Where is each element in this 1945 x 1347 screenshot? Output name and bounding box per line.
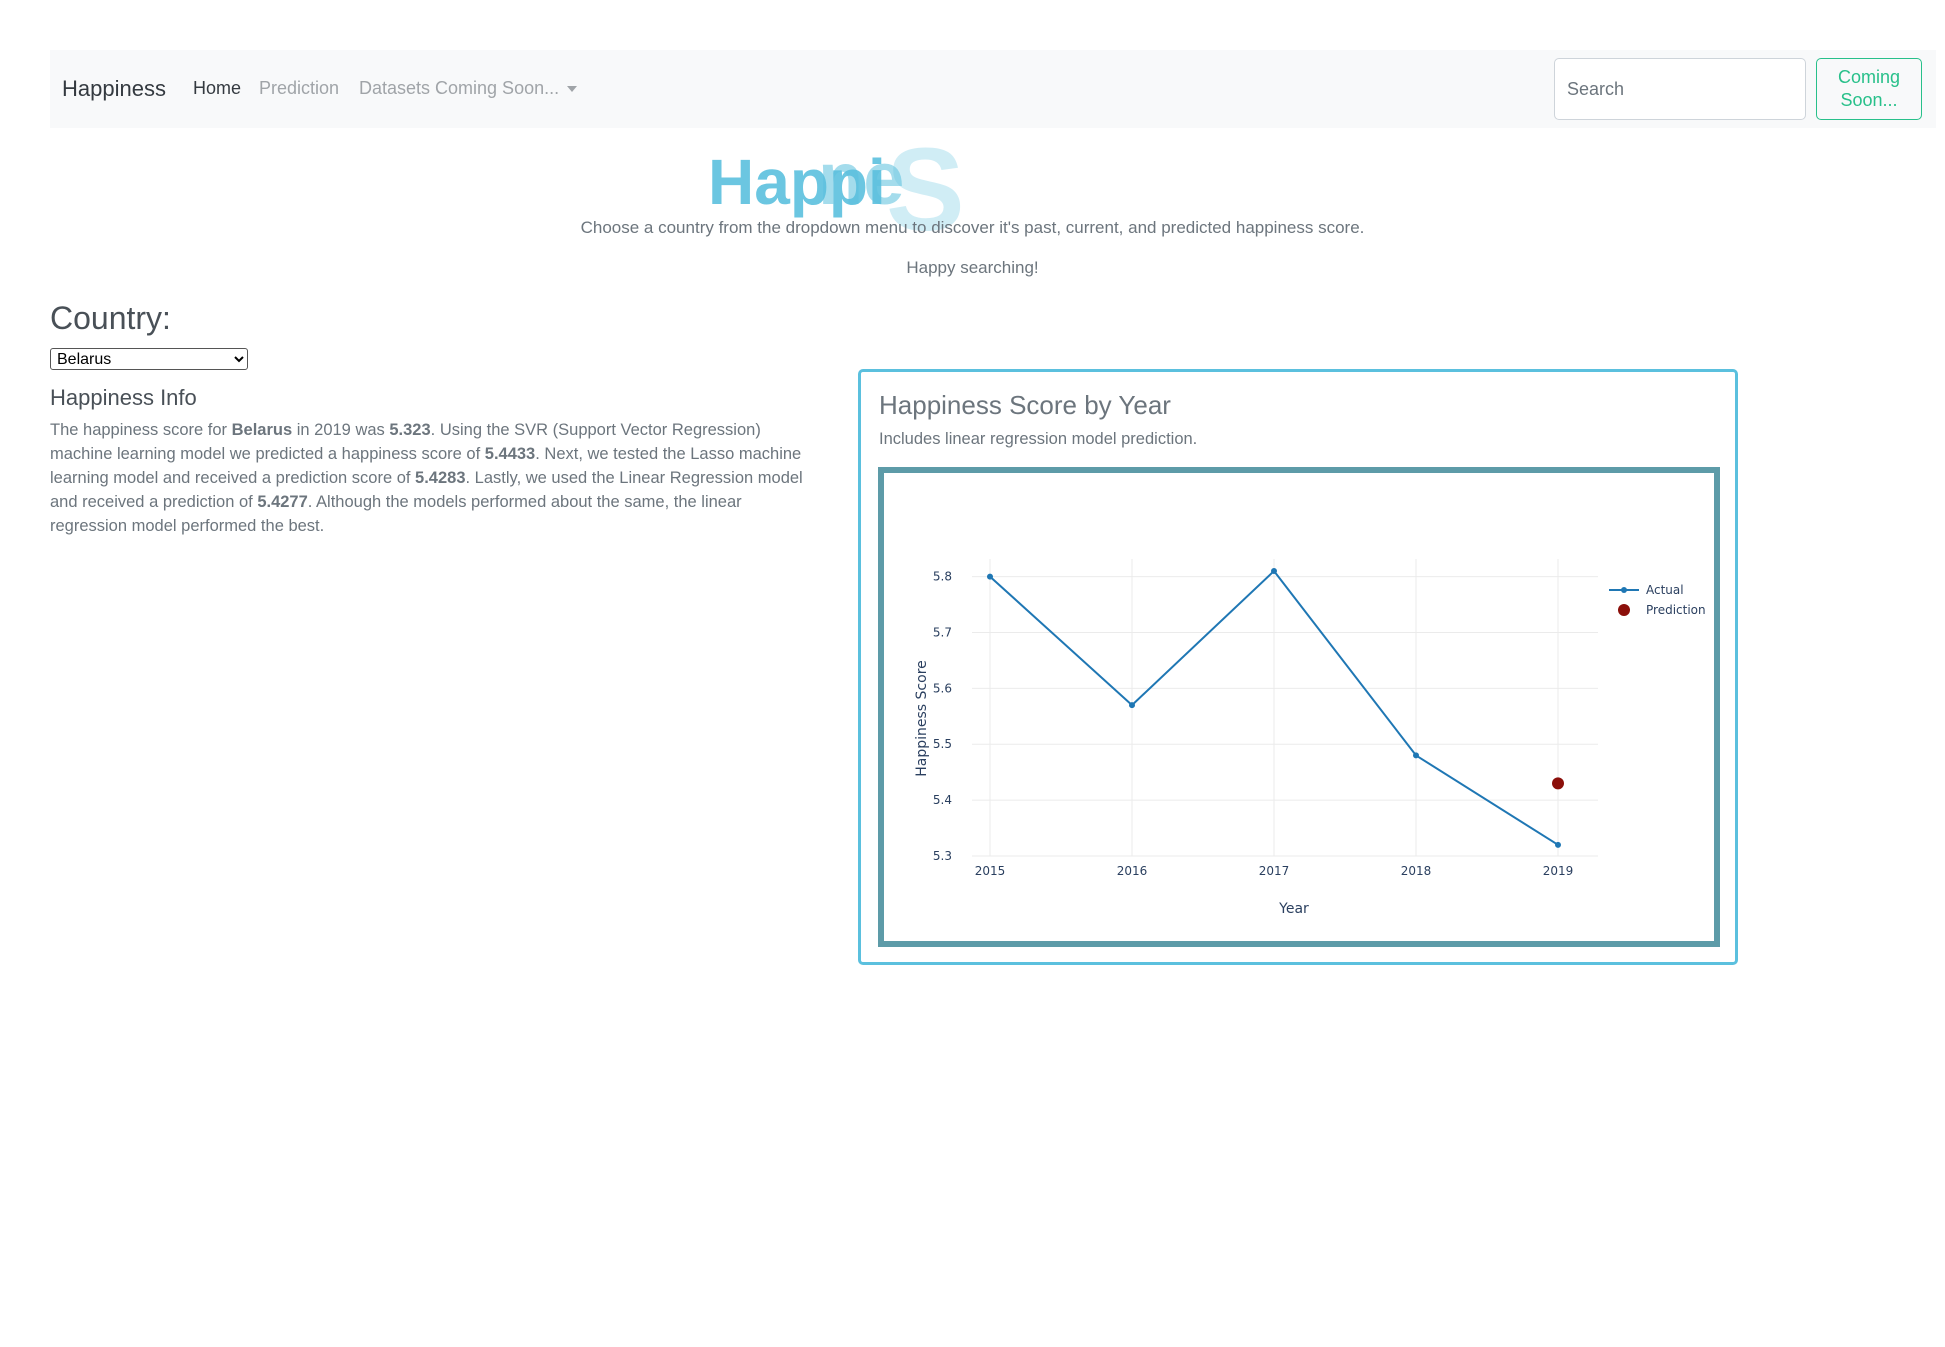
intro-text: Choose a country from the dropdown menu … <box>580 218 1365 237</box>
country-label: Country: <box>50 300 171 336</box>
caret-down-icon <box>567 86 578 93</box>
nav-dropdown-label: Datasets Coming Soon... <box>359 78 560 98</box>
legend-marker-actual <box>1621 587 1627 593</box>
data-point-actual <box>1555 841 1561 848</box>
chart-card-subtitle: Includes linear regression model predict… <box>879 430 1198 448</box>
happiness-info-text: The happiness score for Belarus in 2019 … <box>50 418 820 538</box>
search-input[interactable] <box>1554 58 1806 120</box>
info-lasso-score: 5.4283 <box>415 469 466 487</box>
y-tick-label: 5.6 <box>933 681 952 695</box>
navbar: Happiness Home Prediction Datasets Comin… <box>50 50 1936 128</box>
data-point-actual <box>1271 568 1277 574</box>
happiness-info-title: Happiness Info <box>50 385 197 410</box>
y-tick-label: 5.5 <box>933 737 952 751</box>
x-tick-label: 2015 <box>975 864 1006 878</box>
data-point-actual <box>987 573 993 580</box>
data-point-prediction <box>1552 777 1564 790</box>
y-tick-label: 5.4 <box>933 793 952 807</box>
y-tick-label: 5.7 <box>933 625 952 639</box>
nav-link-home[interactable]: Home <box>193 78 241 99</box>
legend-marker-prediction <box>1618 604 1630 616</box>
nav-dropdown-datasets[interactable]: Datasets Coming Soon... <box>359 78 578 99</box>
x-tick-label: 2019 <box>1543 864 1574 878</box>
info-linear-score: 5.4277 <box>257 493 308 511</box>
x-tick-label: 2016 <box>1117 864 1148 878</box>
legend-label-actual: Actual <box>1646 583 1684 597</box>
chart-card: Happiness Score by Year Includes linear … <box>858 369 1738 965</box>
y-tick-label: 5.3 <box>933 849 952 863</box>
x-axis-title: Year <box>1278 901 1309 917</box>
country-select[interactable]: Belarus <box>50 348 248 370</box>
x-tick-label: 2018 <box>1401 864 1432 878</box>
coming-soon-button[interactable]: Coming Soon... <box>1816 58 1922 120</box>
x-tick-label: 2017 <box>1259 864 1290 878</box>
svg-text:Happi: Happi <box>708 146 886 218</box>
data-point-actual <box>1413 752 1419 759</box>
intro-greeting: Happy searching! <box>906 258 1039 277</box>
info-country: Belarus <box>231 421 293 439</box>
chart-card-title: Happiness Score by Year <box>879 390 1171 420</box>
data-point-actual <box>1129 702 1135 709</box>
nav-link-prediction[interactable]: Prediction <box>259 78 339 99</box>
y-axis-title: Happiness Score <box>914 660 930 777</box>
info-svr-score: 5.4433 <box>484 445 536 463</box>
info-actual-score: 5.323 <box>389 421 431 439</box>
plot-frame: 2015 2016 2017 2018 2019 5.3 5.4 5.5 5.6 5.7 5.8 Ye… <box>878 467 1720 947</box>
legend-label-prediction: Prediction <box>1646 603 1706 617</box>
info-text-segment: in 2019 was <box>292 421 390 439</box>
y-tick-label: 5.8 <box>933 570 952 584</box>
navbar-brand[interactable]: Happiness <box>62 76 166 102</box>
info-text-segment: The happiness score for <box>50 421 232 439</box>
happiness-chart[interactable]: 2015 2016 2017 2018 2019 5.3 5.4 5.5 5.6 5.7 5.8 Ye… <box>884 473 1714 941</box>
